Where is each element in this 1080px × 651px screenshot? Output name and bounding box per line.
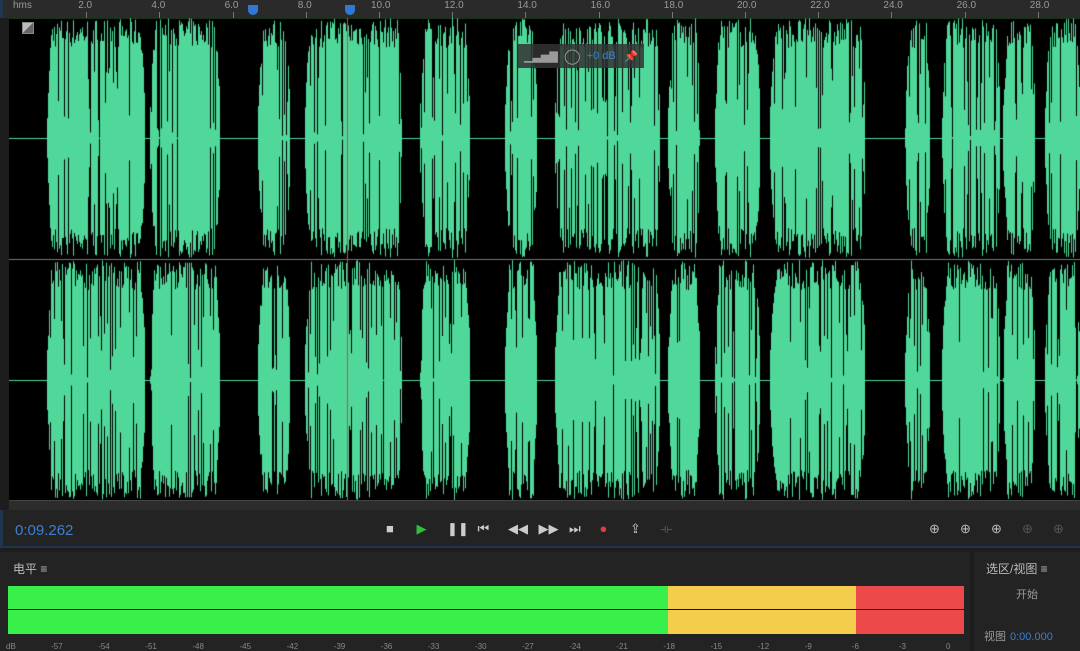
db-tick-label: -39 (333, 642, 346, 651)
transport-bar: 0:09.262 ■ ▶ ❚❚ ⏮ ◀◀ ▶▶ ⏭ ● ⇪ ⟛ ⊕ ⊕ ⊕ ⊕ ⊕ (0, 510, 1080, 548)
ruler-label: 22.0 (810, 0, 830, 11)
db-tick-label: -51 (145, 642, 157, 651)
waveform-display[interactable] (9, 18, 1080, 500)
selection-start-marker[interactable] (248, 5, 258, 15)
ruler-label: 24.0 (883, 0, 903, 11)
selection-view-title: 选区/视图 ≡ (986, 562, 1048, 576)
db-tick-label: -33 (427, 642, 440, 651)
play-button[interactable]: ▶ (417, 521, 427, 537)
level-meter (8, 586, 964, 634)
ruler-label: 14.0 (517, 0, 537, 11)
channel-toggle-icon[interactable] (22, 22, 34, 34)
db-tick-label: -3 (898, 642, 907, 651)
ruler-label: 28.0 (1029, 0, 1050, 11)
fast-forward-button[interactable]: ▶▶ (539, 521, 559, 537)
ruler-label: 8.0 (297, 0, 312, 11)
meter-divider (8, 609, 964, 610)
ruler-label: 20.0 (737, 0, 757, 11)
zoom-out-amplitude-button[interactable]: ⊕ (960, 521, 971, 537)
signal-bars-icon: ▁▃▅▇ (524, 50, 558, 63)
zoom-in-amplitude-button[interactable]: ⊕ (929, 521, 940, 537)
db-tick-label: -45 (239, 642, 252, 651)
db-tick-label: -48 (192, 642, 204, 651)
horizontal-scrollbar[interactable] (9, 500, 1080, 510)
go-to-end-button[interactable]: ⏭ (569, 521, 581, 537)
db-tick-label: -54 (98, 642, 110, 651)
zoom-out-time-button[interactable]: ⊕ (1022, 521, 1033, 537)
rewind-button[interactable]: ◀◀ (508, 521, 528, 537)
db-tick-label: 0 (946, 642, 951, 651)
ruler-label: 2.0 (78, 0, 93, 11)
zoom-full-button[interactable]: ⊕ (1053, 521, 1064, 537)
db-tick-label: -24 (569, 642, 581, 651)
playhead-marker[interactable] (345, 5, 355, 15)
db-tick-label: -15 (710, 642, 723, 651)
ruler-label: 4.0 (151, 0, 166, 11)
skip-selection-button[interactable]: ⟛ (661, 521, 673, 537)
ruler-label: 26.0 (956, 0, 977, 11)
view-start-value[interactable]: 0:00.000 (1010, 631, 1053, 643)
pause-button[interactable]: ❚❚ (447, 521, 469, 537)
current-time[interactable]: 0:09.262 (15, 522, 73, 539)
levels-title: 电平 ≡ (13, 562, 48, 576)
db-unit: dB (6, 642, 16, 651)
db-tick-label: -9 (804, 642, 812, 651)
record-button[interactable]: ● (600, 521, 608, 536)
panel-menu-icon: ≡ (40, 562, 48, 576)
zoom-in-time-button[interactable]: ⊕ (991, 521, 1002, 537)
ruler-label: 18.0 (663, 0, 684, 11)
selection-view-panel: 选区/视图 ≡ 开始 视图 0:00.000 (974, 552, 1080, 651)
db-tick-label: -6 (851, 642, 859, 651)
db-tick-label: -18 (663, 642, 675, 651)
pin-icon[interactable]: 📌 (624, 50, 638, 63)
db-tick-label: -12 (757, 642, 770, 651)
db-tick-label: -36 (380, 642, 393, 651)
gain-hud[interactable]: ▁▃▅▇ ◯ +0 dB 📌 (518, 44, 644, 68)
db-tick-label: -30 (475, 642, 487, 651)
ruler-label: 10.0 (371, 0, 391, 11)
meter-red-zone (856, 586, 964, 634)
db-tick-label: -42 (286, 642, 299, 651)
meter-green-zone (8, 586, 668, 634)
ruler-unit: hms (13, 0, 32, 11)
db-tick-label: -27 (522, 642, 534, 651)
ruler-label: 12.0 (444, 0, 464, 11)
loop-button[interactable]: ⇪ (630, 521, 641, 537)
ruler-label: 16.0 (590, 0, 611, 11)
levels-panel: 电平 ≡ dB -57 -54 -51 -48 -45 -42 -39 -36 -33 -30 -27… (0, 552, 970, 651)
time-ruler[interactable]: hms 2.0 4.0 6.0 8.0 10.0 12.0 14.0 16.0 18.0 20.0 2… (0, 0, 1080, 18)
gain-value: +0 dB (586, 50, 616, 62)
ruler-label: 6.0 (224, 0, 239, 11)
gain-knob-icon[interactable]: ◯ (564, 47, 581, 65)
db-tick-label: -21 (616, 642, 628, 651)
start-label: 开始 (1016, 589, 1038, 601)
meter-yellow-zone (668, 586, 856, 634)
view-row: 视图 0:00.000 (984, 631, 1053, 643)
stop-button[interactable]: ■ (386, 521, 394, 536)
db-tick-label: -57 (51, 642, 63, 651)
go-to-start-button[interactable]: ⏮ (478, 521, 490, 537)
